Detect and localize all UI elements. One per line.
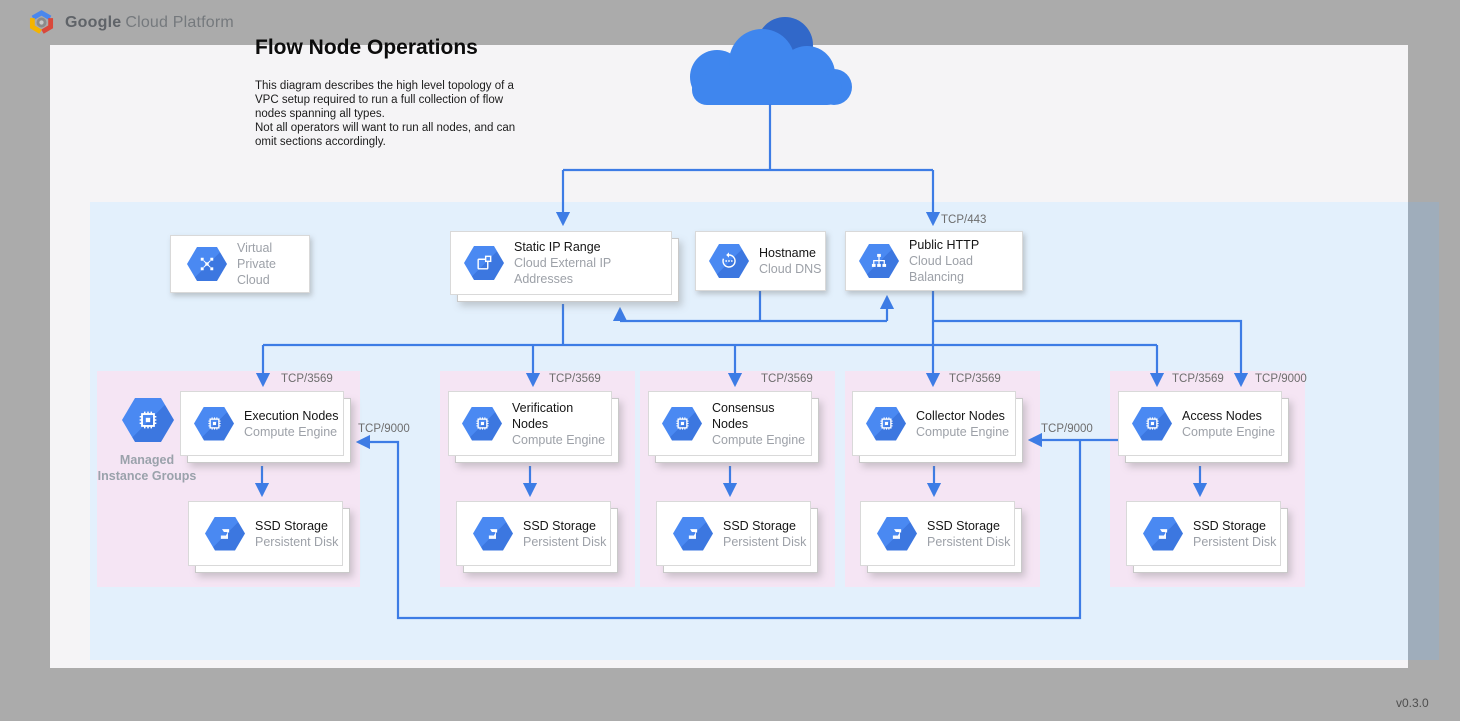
- load-balancing-icon: [859, 244, 899, 278]
- card-ssd-storage-verification: SSD Storage Persistent Disk: [456, 501, 611, 566]
- ssd-storage-subtitle: Persistent Disk: [927, 534, 1010, 550]
- port-label-tcp3569-consensus: TCP/3569: [761, 373, 813, 385]
- access-nodes-subtitle: Compute Engine: [1182, 424, 1275, 440]
- ssd-storage-title: SSD Storage: [523, 518, 606, 534]
- verification-nodes-subtitle: Compute Engine: [512, 432, 611, 448]
- ssd-storage-subtitle: Persistent Disk: [523, 534, 606, 550]
- port-label-tcp3569-collector: TCP/3569: [949, 373, 1001, 385]
- card-virtual-private-cloud: Virtual Private Cloud: [170, 235, 310, 293]
- ssd-storage-title: SSD Storage: [927, 518, 1010, 534]
- card-ssd-storage-consensus: SSD Storage Persistent Disk: [656, 501, 811, 566]
- port-label-tcp3569-verification: TCP/3569: [549, 373, 601, 385]
- port-label-tcp9000-execution: TCP/9000: [358, 423, 410, 435]
- public-http-title: Public HTTP: [909, 237, 1022, 253]
- ssd-storage-title: SSD Storage: [1193, 518, 1276, 534]
- card-public-http: Public HTTP Cloud Load Balancing: [845, 231, 1023, 291]
- ssd-storage-subtitle: Persistent Disk: [255, 534, 338, 550]
- card-hostname: Hostname Cloud DNS: [695, 231, 826, 291]
- hostname-title: Hostname: [759, 245, 822, 261]
- card-verification-nodes: Verification Nodes Compute Engine: [448, 391, 612, 456]
- consensus-nodes-subtitle: Compute Engine: [712, 432, 811, 448]
- port-label-tcp3569-execution: TCP/3569: [281, 373, 333, 385]
- compute-engine-icon: [1132, 407, 1172, 441]
- hostname-subtitle: Cloud DNS: [759, 261, 822, 277]
- access-nodes-title: Access Nodes: [1182, 408, 1275, 424]
- verification-nodes-title: Verification Nodes: [512, 400, 611, 432]
- static-ip-subtitle: Cloud External IP Addresses: [514, 255, 671, 287]
- brand-text: GoogleCloud Platform: [65, 14, 234, 32]
- ssd-storage-title: SSD Storage: [723, 518, 806, 534]
- card-ssd-storage-collector: SSD Storage Persistent Disk: [860, 501, 1015, 566]
- gcp-hexagon-logo-icon: [28, 10, 55, 35]
- static-ip-title: Static IP Range: [514, 239, 671, 255]
- internet-cloud-icon: [682, 14, 862, 114]
- collector-nodes-subtitle: Compute Engine: [916, 424, 1009, 440]
- compute-engine-icon: [462, 407, 502, 441]
- brand-cloud-platform: Cloud Platform: [125, 14, 234, 31]
- page-description: This diagram describes the high level to…: [255, 79, 535, 149]
- brand-google: Google: [65, 14, 121, 31]
- ssd-storage-title: SSD Storage: [255, 518, 338, 534]
- compute-engine-icon: [866, 407, 906, 441]
- gcp-architecture-diagram: GoogleCloud Platform Flow Node Operation…: [0, 0, 1460, 721]
- port-label-tcp9000-collector: TCP/9000: [1041, 423, 1093, 435]
- gcp-logo: GoogleCloud Platform: [28, 10, 234, 35]
- version-label: v0.3.0: [1396, 696, 1429, 710]
- external-ip-icon: [464, 246, 504, 280]
- card-ssd-storage-execution: SSD Storage Persistent Disk: [188, 501, 343, 566]
- compute-engine-icon: [662, 407, 702, 441]
- persistent-disk-icon: [205, 517, 245, 551]
- card-collector-nodes: Collector Nodes Compute Engine: [852, 391, 1016, 456]
- consensus-nodes-title: Consensus Nodes: [712, 400, 811, 432]
- port-label-tcp443: TCP/443: [941, 214, 986, 226]
- persistent-disk-icon: [877, 517, 917, 551]
- execution-nodes-title: Execution Nodes: [244, 408, 339, 424]
- page-title: Flow Node Operations: [255, 36, 478, 60]
- card-consensus-nodes: Consensus Nodes Compute Engine: [648, 391, 812, 456]
- port-label-tcp3569-access: TCP/3569: [1172, 373, 1224, 385]
- card-access-nodes: Access Nodes Compute Engine: [1118, 391, 1282, 456]
- card-execution-nodes: Execution Nodes Compute Engine: [180, 391, 344, 456]
- persistent-disk-icon: [673, 517, 713, 551]
- public-http-subtitle: Cloud Load Balancing: [909, 253, 1022, 285]
- port-label-tcp9000-access-in: TCP/9000: [1255, 373, 1307, 385]
- execution-nodes-subtitle: Compute Engine: [244, 424, 339, 440]
- persistent-disk-icon: [1143, 517, 1183, 551]
- cloud-dns-icon: [709, 244, 749, 278]
- card-ssd-storage-access: SSD Storage Persistent Disk: [1126, 501, 1281, 566]
- ssd-storage-subtitle: Persistent Disk: [1193, 534, 1276, 550]
- collector-nodes-title: Collector Nodes: [916, 408, 1009, 424]
- persistent-disk-icon: [473, 517, 513, 551]
- compute-engine-icon: [194, 407, 234, 441]
- vpc-card-subtitle: Private Cloud: [237, 256, 309, 288]
- vpc-card-title: Virtual: [237, 240, 309, 256]
- managed-instance-groups-label: Managed Instance Groups: [95, 452, 199, 484]
- ssd-storage-subtitle: Persistent Disk: [723, 534, 806, 550]
- vpc-zone-overflow: [1408, 202, 1439, 660]
- vpc-icon: [187, 247, 227, 281]
- card-static-ip-range: Static IP Range Cloud External IP Addres…: [450, 231, 672, 295]
